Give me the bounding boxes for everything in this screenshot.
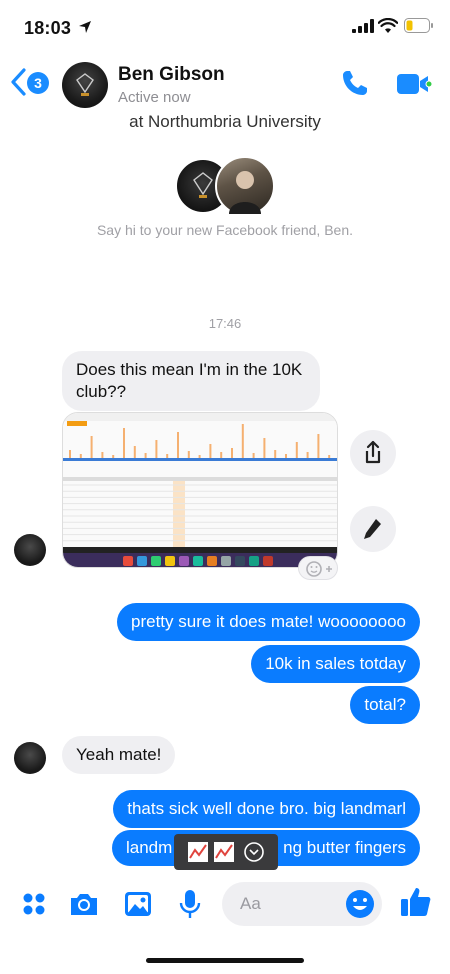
- status-bar: 18:03: [0, 0, 450, 52]
- microphone-icon[interactable]: [174, 888, 206, 920]
- edit-image-button[interactable]: [350, 506, 396, 552]
- message-text-end: ng butter fingers: [283, 838, 406, 857]
- outgoing-message-bubble[interactable]: thats sick well done bro. big landmarl: [113, 790, 420, 828]
- user-avatar-large: [215, 156, 275, 216]
- signal-icon: [352, 19, 374, 33]
- conversation-header: 3 Ben Gibson Active now: [0, 52, 450, 118]
- outgoing-message-bubble[interactable]: 10k in sales totday: [251, 645, 420, 683]
- chart-emoji-icon: [214, 842, 234, 862]
- incoming-message-bubble[interactable]: Yeah mate!: [62, 736, 176, 774]
- intro-avatars: [175, 156, 275, 216]
- outgoing-message-bubble[interactable]: pretty sure it does mate! woooooooo: [117, 603, 420, 641]
- contact-avatar[interactable]: [62, 62, 108, 108]
- sender-avatar[interactable]: [14, 534, 46, 566]
- person-photo-icon: [229, 171, 261, 214]
- unread-count-badge[interactable]: 3: [27, 72, 49, 94]
- share-icon: [365, 440, 381, 464]
- add-reaction-icon: [306, 561, 332, 577]
- pencil-icon: [364, 519, 381, 539]
- message-text-start: landm: [126, 838, 173, 857]
- camera-icon[interactable]: [68, 888, 100, 920]
- contact-name[interactable]: Ben Gibson: [118, 64, 225, 86]
- incoming-message-bubble[interactable]: Does this mean I'm in the 10K club??: [62, 351, 320, 411]
- wifi-icon: [378, 18, 398, 33]
- phone-icon[interactable]: [340, 68, 370, 98]
- sender-avatar[interactable]: [14, 742, 46, 774]
- sales-dashboard-thumbnail: [63, 413, 337, 567]
- thumbs-up-icon[interactable]: [398, 884, 434, 920]
- share-button[interactable]: [350, 430, 396, 476]
- home-indicator: [146, 958, 304, 963]
- chevron-down-circle-icon: [244, 842, 264, 862]
- outgoing-message-bubble[interactable]: total?: [350, 686, 420, 724]
- emoji-suggestion-strip[interactable]: [174, 834, 278, 870]
- emoji-icon[interactable]: [344, 888, 376, 920]
- back-chevron-icon[interactable]: [10, 68, 26, 96]
- contact-status: Active now: [118, 89, 191, 106]
- friend-greeting: Say hi to your new Facebook friend, Ben.: [96, 222, 354, 238]
- location-arrow-icon: [79, 21, 91, 33]
- battery-icon: [404, 18, 433, 33]
- avatar-logo-icon: [76, 73, 94, 96]
- chart-emoji-icon: [188, 842, 208, 862]
- status-time: 18:03: [24, 18, 72, 38]
- thread-timestamp: 17:46: [208, 316, 242, 331]
- emoji-suggestions: [188, 842, 264, 862]
- message-composer: Aa: [0, 880, 450, 930]
- gallery-icon[interactable]: [122, 888, 154, 920]
- intro-subtitle: at Northumbria University: [129, 112, 321, 131]
- message-input-placeholder: Aa: [240, 894, 261, 913]
- video-camera-icon[interactable]: [396, 72, 432, 96]
- add-reaction-button[interactable]: [298, 556, 338, 580]
- shared-screenshot-image[interactable]: [62, 412, 338, 568]
- menu-dots-icon[interactable]: [18, 888, 50, 920]
